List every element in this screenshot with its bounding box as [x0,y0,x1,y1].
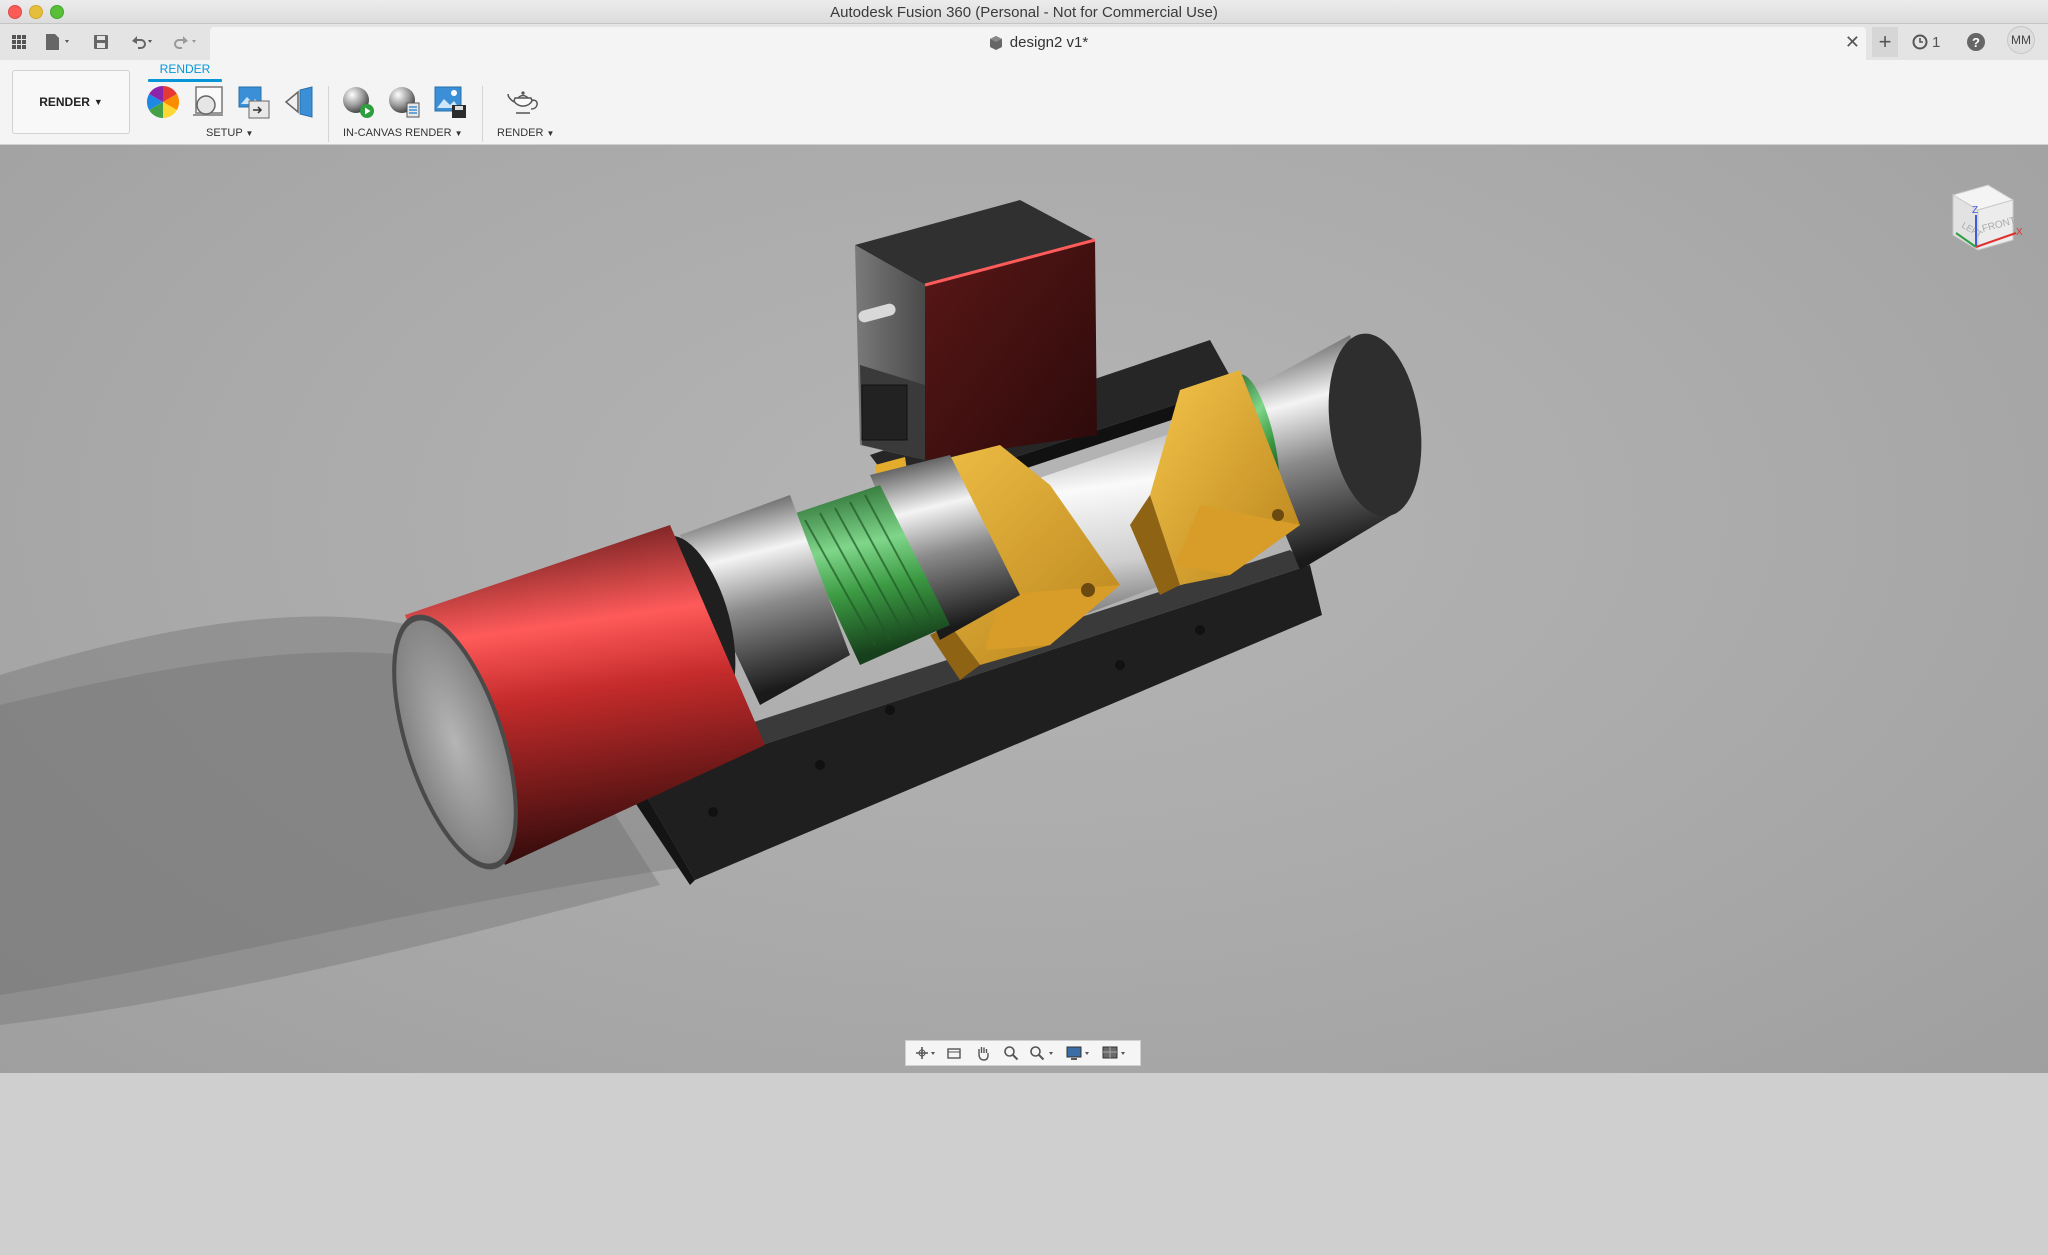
display-settings-button[interactable] [1064,1043,1096,1063]
chevron-down-icon: ▼ [245,129,254,138]
ribbon-divider [482,86,483,142]
in-canvas-render-button[interactable] [340,84,376,120]
3d-model-render [0,200,1422,1025]
3d-canvas[interactable]: LEFT FRONT Z X [0,145,2048,1073]
motor-box [855,200,1097,460]
design-file-icon [989,35,1002,50]
texture-map-controls-button[interactable] [235,84,271,120]
undo-icon [132,36,152,49]
avatar: MM [2007,26,2035,54]
window-title-bar: Autodesk Fusion 360 (Personal - Not for … [0,0,2048,24]
workspace-switcher[interactable]: RENDER ▼ [12,70,130,134]
window-title: Autodesk Fusion 360 (Personal - Not for … [830,4,1218,21]
capture-image-button[interactable] [432,84,468,120]
document-tab-label: design2 v1* [1009,34,1089,51]
new-tab-button[interactable]: + [1872,27,1898,57]
color-wheel-icon [146,85,180,119]
tab-render[interactable]: RENDER [148,62,222,76]
view-cube[interactable]: LEFT FRONT Z X [1928,175,2028,275]
redo-icon [174,36,196,49]
look-at-icon [947,1048,962,1059]
app-grid-icon[interactable] [8,30,30,54]
plus-icon: + [1878,29,1892,54]
job-count: 1 [1932,33,1941,51]
zoom-icon [1004,1046,1019,1061]
close-tab-icon[interactable]: ✕ [1845,32,1860,53]
scene-settings-button[interactable] [190,84,226,120]
bottom-panel [0,1073,2048,1255]
file-icon [46,34,69,50]
axis-z-label: Z [1972,205,1978,216]
pan-button[interactable] [971,1043,995,1063]
redo-button[interactable] [168,30,202,54]
render-button[interactable] [506,84,542,120]
document-tab[interactable]: design2 v1* ✕ [210,27,1866,60]
ribbon-divider [328,86,329,142]
monitor-icon [1066,1046,1089,1060]
active-tab-indicator [148,79,222,82]
user-profile-button[interactable]: MM [2007,26,2035,54]
navigation-toolbar [905,1040,1141,1066]
group-label-setup[interactable]: SETUP ▼ [206,127,253,139]
undo-button[interactable] [126,30,160,54]
render-sphere-play-icon [343,87,374,118]
zoom-button[interactable] [999,1043,1023,1063]
file-menu-button[interactable] [42,30,76,54]
help-icon: ? [1967,33,1985,51]
tab-bar: design2 v1* ✕ + 1 ? MM [0,24,2048,60]
workspace-label: RENDER [39,95,90,109]
group-label-render[interactable]: RENDER ▼ [497,127,554,139]
clock-icon [1912,34,1928,50]
chevron-down-icon: ▼ [546,129,555,138]
chevron-down-icon: ▼ [93,97,103,107]
save-icon [94,35,108,49]
axis-x-label: X [2016,227,2023,238]
render-settings-icon [389,87,420,118]
job-status-button[interactable]: 1 [1912,30,1940,54]
decal-button[interactable] [282,84,318,120]
grid-display-icon [1102,1046,1125,1059]
pan-hand-icon [978,1047,989,1061]
ribbon-toolbar: RENDER ▼ RENDER SETUP ▼ IN-CANVAS RENDER… [0,60,2048,145]
scene-settings-icon [193,86,223,116]
zoom-window-icon [1030,1046,1054,1061]
fit-button[interactable] [1027,1043,1059,1063]
visual-style-button[interactable] [1100,1043,1132,1063]
orbit-button[interactable] [914,1043,938,1063]
group-label-in-canvas-render[interactable]: IN-CANVAS RENDER ▼ [343,127,463,139]
texture-map-icon [238,86,270,119]
teapot-icon [507,91,538,114]
chevron-down-icon: ▼ [454,129,463,138]
in-canvas-render-settings-button[interactable] [386,84,422,120]
appearance-button[interactable] [145,84,181,120]
save-button[interactable] [90,30,112,54]
look-at-button[interactable] [942,1043,966,1063]
capture-image-icon [434,86,466,118]
orbit-icon [916,1047,936,1059]
help-button[interactable]: ? [1967,30,1985,54]
decal-icon [284,86,313,118]
